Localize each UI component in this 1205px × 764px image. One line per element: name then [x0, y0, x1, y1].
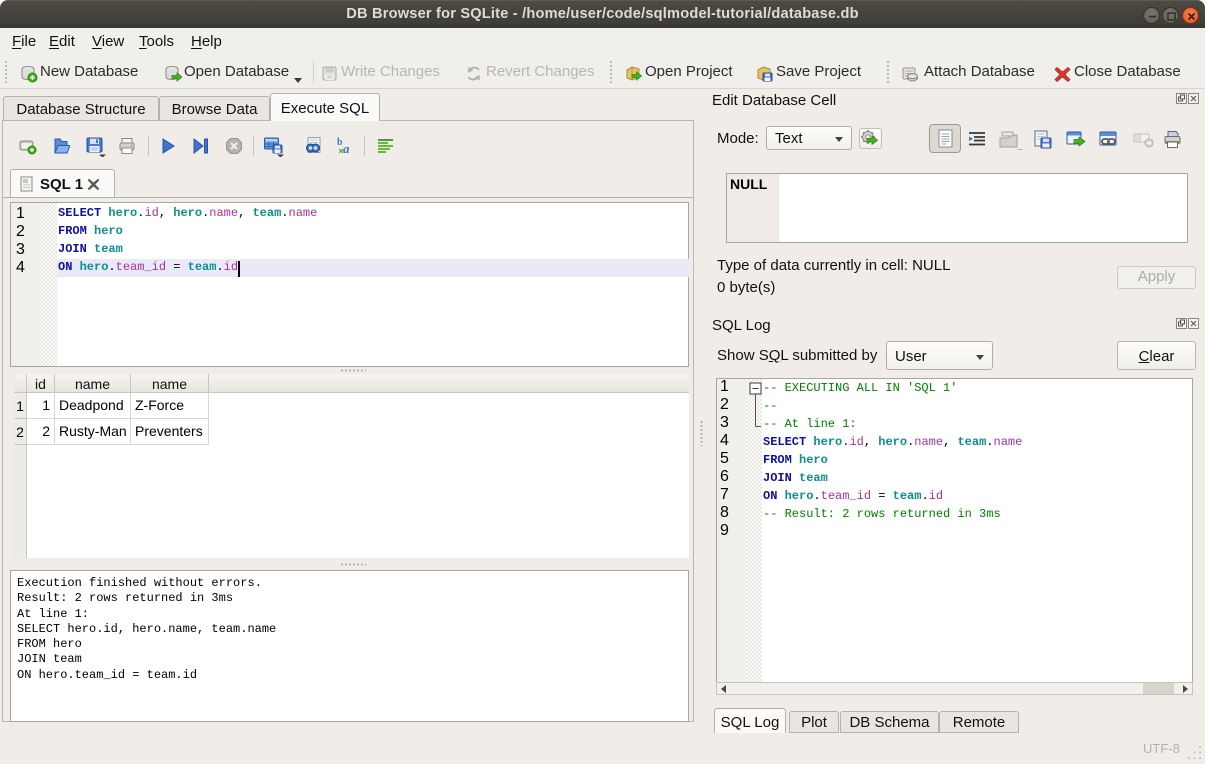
svg-text:a: a [343, 141, 350, 156]
